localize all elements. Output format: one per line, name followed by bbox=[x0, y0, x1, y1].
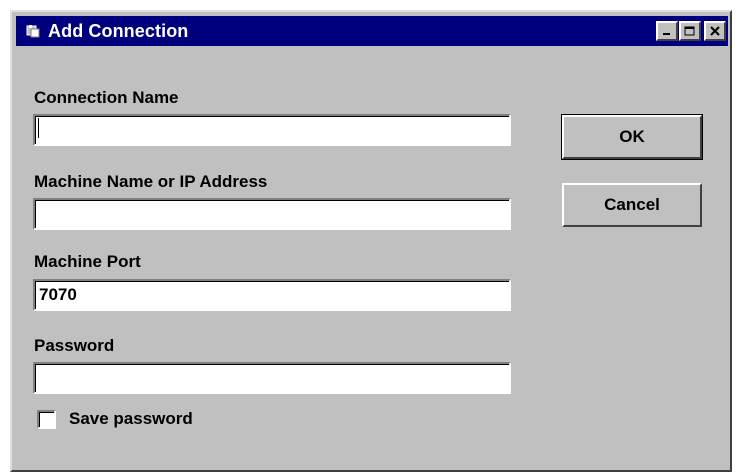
machine-name-label: Machine Name or IP Address bbox=[34, 172, 268, 191]
close-icon bbox=[710, 24, 720, 38]
ok-button[interactable]: OK bbox=[561, 114, 703, 160]
connection-name-label: Connection Name bbox=[34, 88, 179, 107]
maximize-button[interactable] bbox=[679, 21, 701, 41]
machine-port-label: Machine Port bbox=[34, 252, 141, 271]
minimize-button[interactable] bbox=[656, 21, 678, 41]
password-input[interactable] bbox=[33, 362, 511, 394]
minimize-icon bbox=[662, 24, 672, 38]
app-window-icon[interactable] bbox=[24, 22, 42, 40]
machine-port-input[interactable] bbox=[33, 279, 511, 311]
add-connection-dialog: Add Connection bbox=[10, 10, 732, 472]
cancel-button[interactable]: Cancel bbox=[562, 183, 702, 227]
text-caret bbox=[38, 118, 39, 138]
window-title: Add Connection bbox=[48, 20, 189, 41]
save-password-checkbox[interactable] bbox=[37, 410, 56, 429]
maximize-icon bbox=[684, 24, 696, 38]
title-bar[interactable]: Add Connection bbox=[16, 16, 728, 46]
connection-name-input[interactable] bbox=[33, 114, 511, 146]
save-password-label[interactable]: Save password bbox=[69, 409, 193, 429]
password-label: Password bbox=[34, 336, 115, 355]
close-button[interactable] bbox=[704, 21, 726, 41]
machine-name-input[interactable] bbox=[33, 198, 511, 230]
window-controls bbox=[655, 21, 726, 41]
